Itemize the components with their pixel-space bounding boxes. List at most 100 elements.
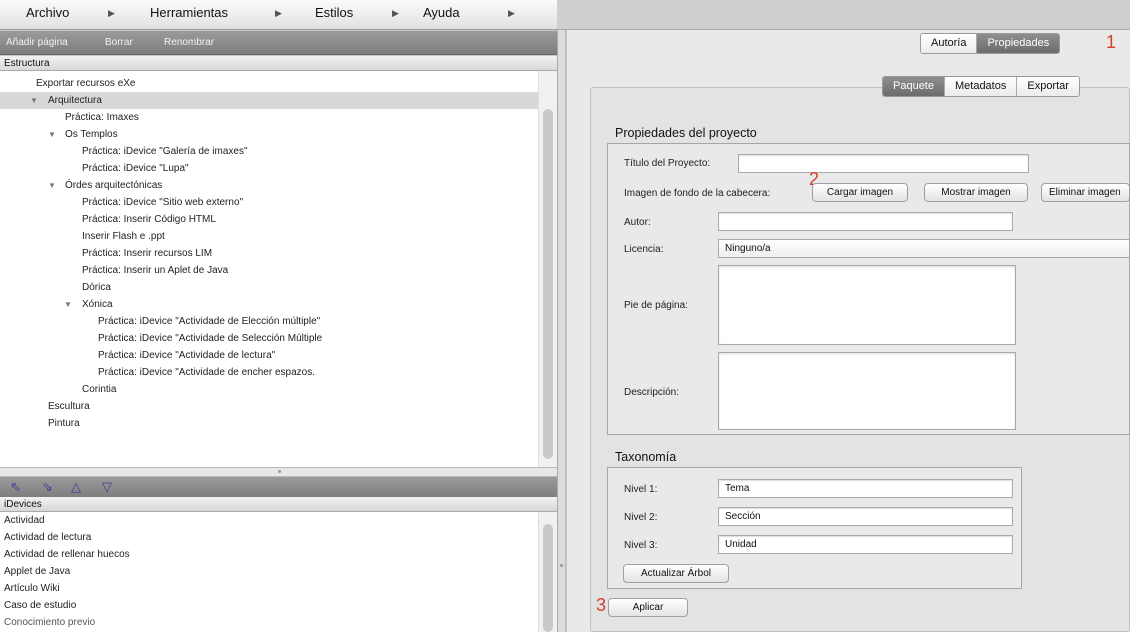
tree-node-label: Práctica: Inserir recursos LIM: [82, 248, 213, 259]
pane-divider[interactable]: [557, 30, 566, 632]
panel-splitter[interactable]: [0, 467, 557, 477]
tree-node[interactable]: Exportar recursos eXe: [0, 75, 538, 92]
tree-node[interactable]: Dórica: [0, 279, 538, 296]
list-item[interactable]: Applet de Java: [4, 563, 70, 580]
level2-label: Nivel 2:: [624, 512, 658, 523]
tree-node[interactable]: Práctica: iDevice "Galería de imaxes": [0, 143, 538, 160]
description-textarea[interactable]: [718, 352, 1016, 430]
list-item[interactable]: Actividad de lectura: [4, 529, 91, 546]
tree-node[interactable]: Inserir Flash e .ppt: [0, 228, 538, 245]
tree-node-label: Xónica: [82, 299, 113, 310]
add-page-button[interactable]: Añadir página: [6, 37, 68, 48]
taxonomy-section-title: Taxonomía: [615, 450, 677, 464]
footer-textarea[interactable]: [718, 265, 1016, 345]
tree-node[interactable]: ▼ Xónica: [0, 296, 538, 313]
tree-node[interactable]: Práctica: iDevice "Actividade de Selecci…: [0, 330, 538, 347]
update-tree-button[interactable]: Actualizar Árbol: [623, 564, 729, 583]
level2-field[interactable]: Sección: [718, 507, 1013, 526]
tree-node-label: Práctica: iDevice "Actividade de Elecció…: [98, 316, 321, 327]
move-up-arrow-icon[interactable]: △: [71, 479, 81, 495]
annotation-marker: 1: [1106, 32, 1117, 52]
tree-node-label: Práctica: iDevice "Sitio web externo": [82, 197, 244, 208]
license-label: Licencia:: [624, 244, 664, 255]
tree-node[interactable]: Escultura: [0, 398, 538, 415]
apply-button[interactable]: Aplicar: [608, 598, 688, 617]
tree-node[interactable]: Práctica: iDevice "Actividade de lectura…: [0, 347, 538, 364]
chevron-right-icon: ▶: [508, 8, 515, 18]
chevron-right-icon: ▶: [108, 8, 115, 18]
menu-archivo[interactable]: Archivo: [26, 5, 69, 20]
tab-authoring[interactable]: Autoría: [921, 34, 978, 53]
list-item[interactable]: Actividad de rellenar huecos: [4, 546, 130, 563]
tab-export[interactable]: Exportar: [1017, 77, 1079, 96]
promote-arrow-icon[interactable]: ⇖: [10, 479, 21, 495]
author-label: Autor:: [624, 217, 651, 228]
project-title-field[interactable]: [738, 154, 1029, 173]
tab-metadata[interactable]: Metadatos: [944, 77, 1018, 96]
author-field[interactable]: [718, 212, 1013, 231]
delete-button[interactable]: Borrar: [105, 37, 133, 48]
move-down-arrow-icon[interactable]: ▽: [102, 479, 112, 495]
level3-field[interactable]: Unidad: [718, 535, 1013, 554]
tree-node-label: Práctica: iDevice "Actividade de encher …: [98, 367, 315, 378]
expand-triangle-icon[interactable]: ▼: [64, 296, 72, 313]
menu-estilos[interactable]: Estilos: [315, 5, 353, 20]
menu-herramientas[interactable]: Herramientas: [150, 5, 228, 20]
structure-scrollbar[interactable]: [538, 71, 557, 467]
list-item[interactable]: Artículo Wiki: [4, 580, 60, 597]
level1-field[interactable]: Tema: [718, 479, 1013, 498]
list-item[interactable]: Caso de estudio: [4, 597, 76, 614]
idevices-scrollbar[interactable]: [538, 512, 557, 632]
idevices-list: Actividad Actividad de lectura Actividad…: [0, 512, 557, 632]
tree-node[interactable]: ▼ Os Templos: [0, 126, 538, 143]
idevices-header: iDevices: [0, 497, 557, 512]
list-item[interactable]: Conocimiento previo: [4, 614, 95, 631]
expand-triangle-icon[interactable]: ▼: [48, 126, 56, 143]
chevron-right-icon: ▶: [275, 8, 282, 18]
tree-node-selected[interactable]: ▼ Arquitectura: [0, 92, 538, 109]
tree-node[interactable]: Práctica: Inserir recursos LIM: [0, 245, 538, 262]
tree-node[interactable]: Práctica: Inserir Código HTML: [0, 211, 538, 228]
divider-grip: [560, 564, 563, 567]
header-image-label: Imagen de fondo de la cabecera:: [624, 188, 771, 199]
tree-node-label: Arquitectura: [48, 95, 102, 106]
load-image-button[interactable]: Cargar imagen: [812, 183, 908, 202]
description-label: Descripción:: [624, 387, 680, 398]
level1-label: Nivel 1:: [624, 484, 658, 495]
show-image-button[interactable]: Mostrar imagen: [924, 183, 1028, 202]
project-section-title: Propiedades del proyecto: [615, 126, 757, 140]
tab-properties[interactable]: Propiedades: [977, 34, 1060, 53]
rename-button[interactable]: Renombrar: [164, 37, 214, 48]
tree-node-label: Práctica: Inserir Código HTML: [82, 214, 216, 225]
menu-ayuda[interactable]: Ayuda: [423, 5, 460, 20]
footer-label: Pie de página:: [624, 300, 688, 311]
tree-node-label: Dórica: [82, 282, 111, 293]
demote-arrow-icon[interactable]: ⇘: [42, 479, 53, 495]
license-select[interactable]: Ninguno/a: [718, 239, 1130, 258]
project-title-label: Título del Proyecto:: [624, 158, 711, 169]
scrollbar-thumb[interactable]: [543, 109, 553, 459]
tree-node[interactable]: Práctica: iDevice "Actividade de encher …: [0, 364, 538, 381]
scrollbar-thumb[interactable]: [543, 524, 553, 632]
outline-toolbar: Añadir página Borrar Renombrar: [0, 31, 557, 55]
tree-node[interactable]: Práctica: iDevice "Actividade de Elecció…: [0, 313, 538, 330]
tree-node[interactable]: Práctica: iDevice "Lupa": [0, 160, 538, 177]
expand-triangle-icon[interactable]: ▼: [48, 177, 56, 194]
remove-image-button[interactable]: Eliminar imagen: [1041, 183, 1130, 202]
tree-node[interactable]: Pintura: [0, 415, 538, 432]
tree-node[interactable]: Corintia: [0, 381, 538, 398]
tree-node-label: Exportar recursos eXe: [36, 78, 136, 89]
tree-node-label: Práctica: iDevice "Lupa": [82, 163, 189, 174]
tree-node[interactable]: Práctica: Imaxes: [0, 109, 538, 126]
tree-node[interactable]: Práctica: iDevice "Sitio web externo": [0, 194, 538, 211]
tree-node-label: Os Templos: [65, 129, 118, 140]
tree-node-label: Práctica: Imaxes: [65, 112, 139, 123]
tab-package[interactable]: Paquete: [883, 77, 945, 96]
list-item[interactable]: Actividad: [4, 512, 45, 529]
properties-subtabs: Paquete Metadatos Exportar: [882, 76, 1080, 97]
tree-node[interactable]: ▼ Órdes arquitectónicas: [0, 177, 538, 194]
expand-triangle-icon[interactable]: ▼: [30, 92, 38, 109]
annotation-marker: 3: [596, 595, 607, 615]
structure-header: Estructura: [0, 56, 557, 71]
tree-node[interactable]: Práctica: Inserir un Aplet de Java: [0, 262, 538, 279]
